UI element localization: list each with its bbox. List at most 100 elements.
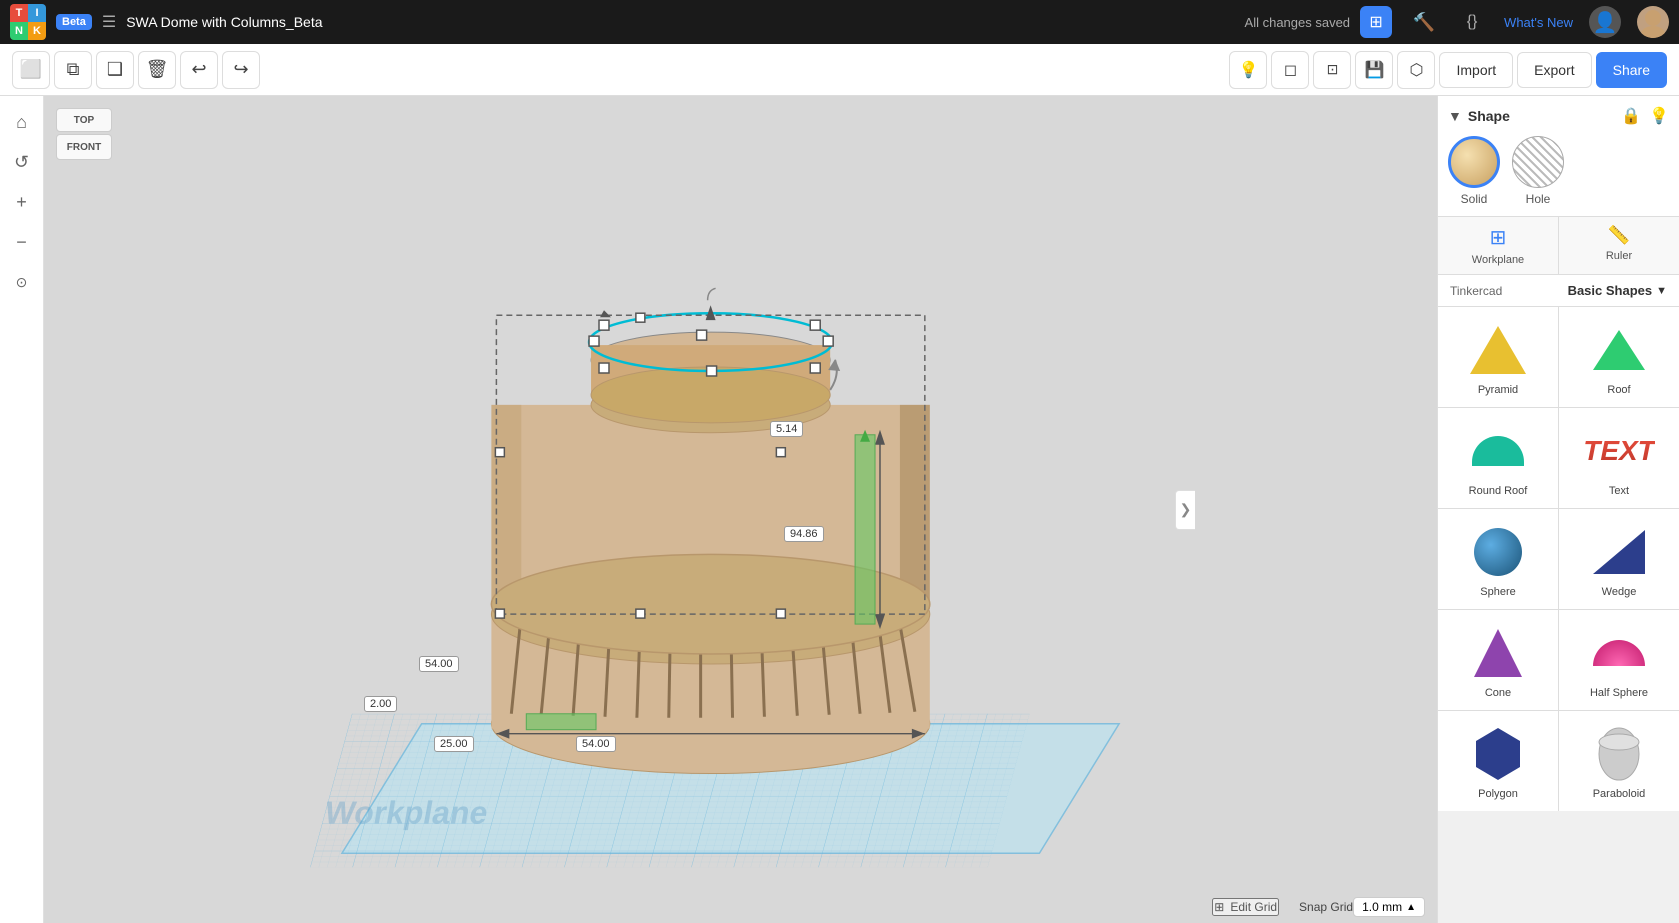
edit-grid-button[interactable]: ⊞ Edit Grid [1212,898,1279,916]
collapse-panel-button[interactable]: ❯ [1175,490,1195,530]
hide2-button[interactable]: ⊡ [1313,51,1351,89]
solid-shape-option[interactable]: Solid [1448,136,1500,206]
new-button[interactable]: ⬜ [12,51,50,89]
import-button[interactable]: Import [1439,52,1513,88]
cone-label: Cone [1485,687,1511,699]
shape-item-cone[interactable]: Cone [1438,610,1558,710]
edit-grid-icon: ⊞ [1214,900,1224,914]
user-thumbnail[interactable] [1637,6,1669,38]
toolbar: ⬜ ⧉ ❑ 🗑 ↩ ↪ 💡 ◻ ⊡ 💾 ⬡ Import Export Shar… [0,44,1679,96]
lock-icon[interactable]: 🔒 [1621,106,1641,126]
workplane-icon: ⊞ [1490,225,1507,250]
pyramid-visual [1470,322,1526,378]
workplane-ruler-bar: ⊞ Workplane 📏 Ruler [1438,217,1679,275]
shape-item-polygon[interactable]: Polygon [1438,711,1558,811]
beta-badge: Beta [56,14,92,30]
shapes-library-header: Tinkercad Basic Shapes ▼ [1438,275,1679,307]
duplicate-button[interactable]: ❑ [96,51,134,89]
save-button[interactable]: 💾 [1355,51,1393,89]
roof-label: Roof [1607,384,1630,396]
logo-n: N [10,22,28,40]
shape-panel-chevron[interactable]: ▼ [1448,108,1462,124]
dim-depth: 25.00 [434,736,474,752]
shape-item-sphere[interactable]: Sphere [1438,509,1558,609]
hide-button[interactable]: ◻ [1271,51,1309,89]
dim-height-main: 94.86 [784,526,824,542]
shape-item-text[interactable]: TEXT Text [1559,408,1679,508]
view-cube-top[interactable]: TOP [56,108,112,132]
home-button[interactable]: ⌂ [4,104,40,140]
export-button[interactable]: Export [1517,52,1591,88]
redo-button[interactable]: ↪ [222,51,260,89]
document-icon: ☰ [102,12,116,32]
wedge-label: Wedge [1602,586,1637,598]
right-panel: ▼ Shape 🔒 💡 Solid Hole [1437,96,1679,923]
grid-view-button[interactable]: ⊞ [1360,6,1392,38]
dim-width: 54.00 [576,736,616,752]
dim-small: 2.00 [364,696,397,712]
chevron-up-icon: ▲ [1406,902,1416,913]
half-sphere-label: Half Sphere [1590,687,1648,699]
wedge-visual [1591,524,1647,580]
library-tinkercad-label: Tinkercad [1450,284,1502,298]
ruler-button[interactable]: 📏 Ruler [1559,217,1679,274]
text-visual: TEXT [1591,423,1647,479]
code-button[interactable]: {} [1456,6,1488,38]
pyramid-label: Pyramid [1478,384,1518,396]
view-cube-front[interactable]: FRONT [56,134,112,160]
text-label: Text [1609,485,1629,497]
half-sphere-visual [1591,625,1647,681]
shape-item-half-sphere[interactable]: Half Sphere [1559,610,1679,710]
logo-i: I [28,4,46,22]
share-button[interactable]: Share [1596,52,1667,88]
library-dropdown[interactable]: Basic Shapes ▼ [1568,283,1667,298]
lightbulb-icon[interactable]: 💡 [1649,106,1669,126]
undo-button[interactable]: ↩ [180,51,218,89]
delete-button[interactable]: 🗑 [138,51,176,89]
hole-label: Hole [1526,192,1551,206]
app-logo[interactable]: T I N K [10,4,46,40]
polygon-shape [1476,728,1520,780]
text-shape: TEXT [1583,435,1655,467]
logo-t: T [10,4,28,22]
workplane-label: Workplane [1472,254,1524,266]
viewport[interactable]: TOP FRONT Workplane [44,96,1437,923]
shape-item-paraboloid[interactable]: Paraboloid [1559,711,1679,811]
shape-item-roof[interactable]: Roof [1559,307,1679,407]
sphere-shape [1474,528,1522,576]
roof-shape [1593,330,1645,370]
snap-grid-dropdown[interactable]: 1.0 mm ▲ [1353,897,1425,917]
shape-item-round-roof[interactable]: Round Roof [1438,408,1558,508]
ruler-icon: 📏 [1608,225,1630,246]
copy-button[interactable]: ⧉ [54,51,92,89]
light-button[interactable]: 💡 [1229,51,1267,89]
round-roof-visual [1470,423,1526,479]
hammer-button[interactable]: 🔨 [1408,6,1440,38]
shape-panel: ▼ Shape 🔒 💡 Solid Hole [1438,96,1679,217]
hole-shape-option[interactable]: Hole [1512,136,1564,206]
mirror-button[interactable]: ⬡ [1397,51,1435,89]
user-avatar[interactable]: 👤 [1589,6,1621,38]
hole-circle [1512,136,1564,188]
shape-item-wedge[interactable]: Wedge [1559,509,1679,609]
snap-grid-value-text: 1.0 mm [1362,900,1402,914]
workplane-button[interactable]: ⊞ Workplane [1438,217,1559,274]
whats-new-button[interactable]: What's New [1504,15,1573,30]
fit-button[interactable]: ⊙ [4,264,40,300]
paraboloid-svg [1597,727,1641,781]
polygon-visual [1470,726,1526,782]
rotate-button[interactable]: ↺ [4,144,40,180]
save-status: All changes saved [1245,15,1351,30]
polygon-label: Polygon [1478,788,1518,800]
shape-item-pyramid[interactable]: Pyramid [1438,307,1558,407]
shape-panel-title: ▼ Shape [1448,108,1510,124]
dim-width-left: 54.00 [419,656,459,672]
zoom-in-button[interactable]: + [4,184,40,220]
chevron-down-icon: ▼ [1656,285,1667,297]
ruler-label: Ruler [1606,250,1632,262]
cone-visual [1470,625,1526,681]
view-cube[interactable]: TOP FRONT [56,108,120,188]
topbar-right: ⊞ 🔨 {} What's New 👤 [1360,6,1669,38]
zoom-out-button[interactable]: − [4,224,40,260]
main-area: ⌂ ↺ + − ⊙ TOP FRONT [0,96,1679,923]
